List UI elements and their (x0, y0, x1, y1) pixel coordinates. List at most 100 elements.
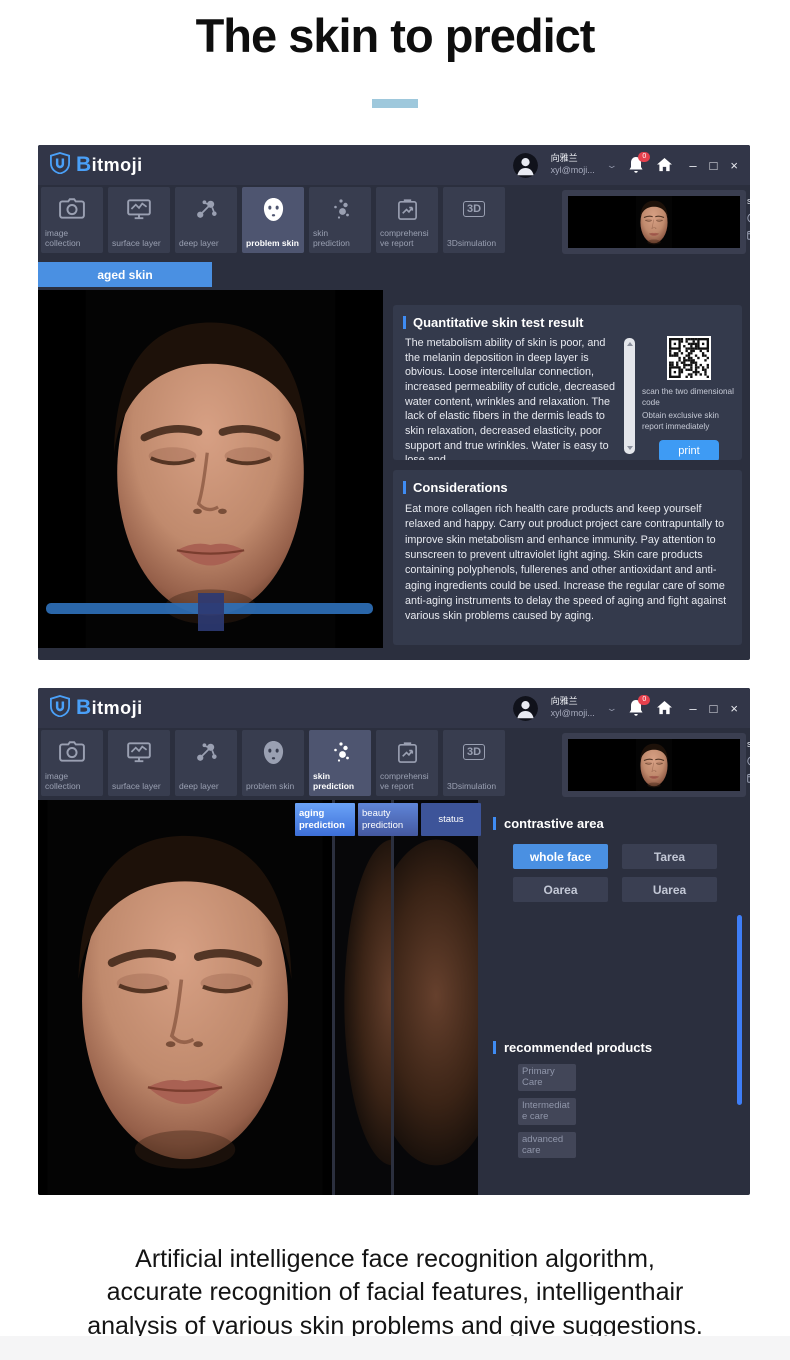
user-name: 向雅兰 (550, 153, 578, 164)
product-button-primary-care[interactable]: Primary Care (518, 1064, 576, 1091)
main-toolbar: image collection surface layer deep layer p… (41, 730, 505, 796)
problem-skin-icon (246, 194, 300, 224)
problem-skin-icon (246, 737, 300, 767)
patient-photo-thumbnail (568, 196, 740, 248)
face-slice-2 (394, 800, 478, 1195)
patient-photo-thumbnail (568, 739, 740, 791)
tab-image-collection[interactable]: image collection (41, 187, 103, 253)
tab-skin-prediction[interactable]: skin prediction (309, 187, 371, 253)
close-button[interactable]: × (730, 159, 738, 172)
clock-icon (747, 213, 750, 224)
tab-3dsimulation[interactable]: 3D 3Dsimulation (443, 730, 505, 796)
patient-info-panel: summer female 26years old 2019-11-14 201… (562, 190, 750, 254)
area-button-Oarea[interactable]: Oarea (513, 877, 608, 902)
area-button-whole-face[interactable]: whole face (513, 844, 608, 869)
qr-caption-2: Obtain exclusive skin report immediately (642, 411, 719, 431)
view-tab-aging-prediction[interactable]: aging prediction (295, 803, 355, 836)
patient-datetime-row: 2019-11-14 13:31:55 (747, 230, 750, 241)
user-info[interactable]: 向雅兰 xyl@moji... (551, 696, 595, 719)
surface-layer-icon (112, 194, 166, 224)
caption-line-2: accurate recognition of facial features,… (106, 1278, 684, 1307)
result-scrollbar[interactable] (624, 338, 635, 454)
notification-badge: 0 (638, 695, 651, 705)
considerations-section: Considerations Eat more collagen rich he… (393, 470, 742, 645)
brand-name: Bitmoji (76, 153, 143, 176)
patient-date-row: 2019-11-14 (747, 756, 750, 767)
page: The skin to predict Bitmoji 向雅兰 xyl@moji… (0, 0, 790, 1360)
main-toolbar: image collection surface layer deep layer p… (41, 187, 505, 253)
tab-image-collection[interactable]: image collection (41, 730, 103, 796)
section-accent-bar (493, 817, 496, 830)
tab-comprehensi-ve-report[interactable]: comprehensi ve report (376, 187, 438, 253)
area-button-Tarea[interactable]: Tarea (622, 844, 717, 869)
close-button[interactable]: × (730, 702, 738, 715)
3dsimulation-icon: 3D (447, 737, 501, 767)
app-window-skin-prediction: Bitmoji 向雅兰 xyl@moji... ⌄ 0 – □ × image … (38, 688, 750, 1195)
panel-scrollbar[interactable] (737, 915, 742, 1105)
view-tab-status[interactable]: status (421, 803, 481, 836)
minimize-button[interactable]: – (689, 702, 696, 715)
scan-cursor (198, 593, 224, 631)
prediction-side-panel: contrastive area whole face Tarea Oarea Uar… (485, 800, 750, 1195)
patient-season: summer (747, 195, 750, 207)
skin-prediction-icon (313, 737, 367, 767)
area-button-Uarea[interactable]: Uarea (622, 877, 717, 902)
user-name: 向雅兰 (550, 696, 578, 707)
recommended-products-title: recommended products (504, 1040, 653, 1055)
chevron-down-icon[interactable]: ⌄ (606, 703, 618, 714)
considerations-title: Considerations (413, 480, 508, 495)
deep-layer-icon (179, 737, 233, 767)
face-slice-1 (335, 800, 391, 1195)
notification-bell-icon[interactable]: 0 (628, 695, 651, 717)
face-photo-analysis (38, 290, 383, 648)
maximize-button[interactable]: □ (710, 702, 718, 715)
deep-layer-icon (179, 194, 233, 224)
tab-problem-skin[interactable]: problem skin (242, 187, 304, 253)
tab-deep-layer[interactable]: deep layer (175, 187, 237, 253)
notification-bell-icon[interactable]: 0 (628, 152, 651, 174)
chevron-down-icon[interactable]: ⌄ (606, 160, 618, 171)
brand: Bitmoji (50, 694, 143, 722)
brand-name: Bitmoji (76, 696, 143, 719)
home-icon[interactable] (657, 701, 673, 715)
calendar-icon (747, 230, 750, 241)
comprehensi-ve-report-icon (380, 194, 434, 224)
titlebar: Bitmoji 向雅兰 xyl@moji... ⌄ 0 – □ × (38, 145, 750, 185)
view-tab-beauty-prediction[interactable]: beauty prediction (358, 803, 418, 836)
face-photo-prediction (38, 800, 332, 1195)
user-avatar-icon[interactable] (512, 695, 538, 721)
user-info[interactable]: 向雅兰 xyl@moji... (551, 153, 595, 176)
surface-layer-icon (112, 737, 166, 767)
caption-line-1: Artificial intelligence face recognition… (135, 1245, 655, 1273)
tab-surface-layer[interactable]: surface layer (108, 187, 170, 253)
title-underline-accent (372, 99, 418, 108)
patient-date-row: 2019-11-14 (747, 213, 750, 224)
comprehensi-ve-report-icon (380, 737, 434, 767)
tab-3dsimulation[interactable]: 3D 3Dsimulation (443, 187, 505, 253)
section-accent-bar (493, 1041, 496, 1054)
maximize-button[interactable]: □ (710, 159, 718, 172)
user-avatar-icon[interactable] (512, 152, 538, 178)
minimize-button[interactable]: – (689, 159, 696, 172)
product-button-advanced-care[interactable]: advanced care (518, 1131, 576, 1159)
tab-problem-skin[interactable]: problem skin (242, 730, 304, 796)
patient-demographics: summer female 26years old (747, 739, 750, 750)
image-collection-icon (45, 737, 99, 767)
contrastive-area-buttons: whole face Tarea Oarea Uarea (513, 844, 717, 902)
tab-surface-layer[interactable]: surface layer (108, 730, 170, 796)
tab-deep-layer[interactable]: deep layer (175, 730, 237, 796)
titlebar-right: 向雅兰 xyl@moji... ⌄ 0 – □ × (512, 152, 738, 178)
tab-comprehensi-ve-report[interactable]: comprehensi ve report (376, 730, 438, 796)
patient-info-panel: summer female 26years old 2019-11-14 201… (562, 733, 750, 797)
brand-shield-logo-icon (50, 151, 70, 179)
tab-aged-skin[interactable]: aged skin (38, 262, 212, 287)
page-title: The skin to predict (195, 9, 596, 62)
3dsimulation-icon: 3D (447, 194, 501, 224)
quantitative-result-section: Quantitative skin test result The metabo… (393, 305, 742, 460)
tab-skin-prediction[interactable]: skin prediction (309, 730, 371, 796)
contrastive-area-title: contrastive area (504, 816, 604, 831)
print-button[interactable]: print (659, 439, 719, 460)
product-button-intermediat-e-care[interactable]: Intermediat e care (518, 1097, 576, 1125)
qr-code (667, 336, 711, 380)
home-icon[interactable] (657, 158, 673, 172)
